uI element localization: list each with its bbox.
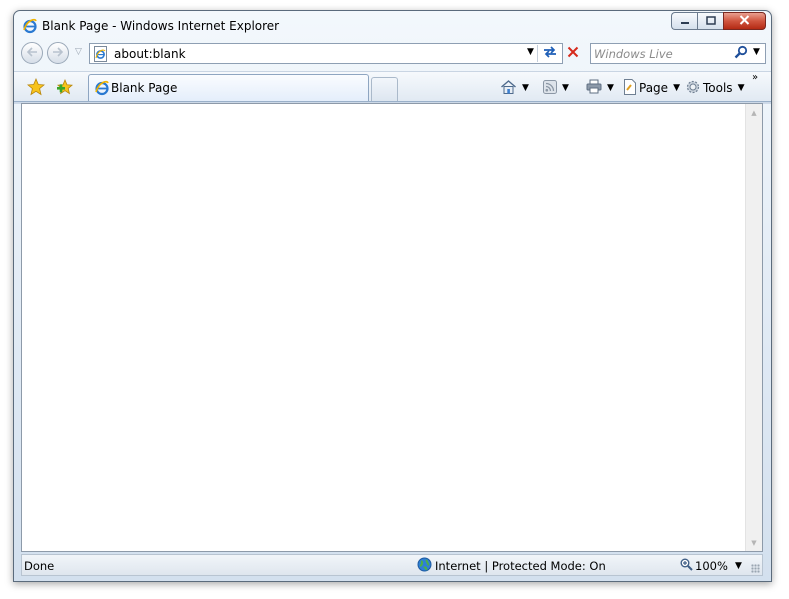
zoom-level: 100%	[695, 559, 728, 573]
refresh-button[interactable]	[541, 45, 559, 62]
zoom-dropdown-icon[interactable]: ▼	[735, 561, 742, 571]
star-icon	[26, 77, 46, 99]
add-star-icon	[56, 78, 74, 99]
back-button[interactable]	[21, 42, 43, 64]
home-icon	[500, 79, 517, 98]
address-dropdown-icon[interactable]: ▼	[527, 47, 534, 57]
resize-grip-icon[interactable]	[751, 564, 760, 573]
scroll-up-arrow-icon[interactable]: ▲	[746, 104, 762, 121]
zone-text: Internet | Protected Mode: On	[435, 559, 606, 573]
back-arrow-icon	[26, 46, 38, 60]
navigation-bar: ▽ about:blank ▼ Windows Live ▼	[14, 41, 771, 67]
stop-button[interactable]	[564, 45, 582, 62]
browser-window: Blank Page - Windows Internet Explorer ▽…	[13, 10, 772, 582]
home-button[interactable]: ▼	[500, 79, 529, 98]
scroll-down-arrow-icon[interactable]: ▼	[746, 534, 762, 551]
title-bar[interactable]: Blank Page - Windows Internet Explorer	[14, 11, 771, 39]
rss-feed-icon	[543, 79, 557, 97]
page-dropdown-icon[interactable]: ▼	[673, 83, 680, 93]
page-menu-button[interactable]: Page ▼	[623, 78, 680, 98]
close-icon	[739, 14, 750, 28]
address-bar[interactable]: about:blank ▼	[89, 43, 579, 64]
page-content-area[interactable]: ▲ ▼	[21, 103, 763, 552]
close-button[interactable]	[723, 12, 766, 30]
page-menu-label: Page	[639, 81, 669, 95]
status-bar: Done Internet | Protected Mode: On 100% …	[21, 554, 763, 576]
security-zone[interactable]: Internet | Protected Mode: On	[417, 557, 606, 575]
globe-icon	[417, 557, 432, 575]
favorites-center-button[interactable]	[26, 77, 46, 99]
caption-buttons	[671, 12, 766, 31]
zoom-button[interactable]: 100%	[680, 558, 728, 574]
recent-pages-dropdown[interactable]: ▽	[75, 47, 82, 57]
window-title: Blank Page - Windows Internet Explorer	[42, 19, 280, 33]
gear-icon	[685, 79, 701, 98]
add-to-favorites-button[interactable]	[56, 78, 74, 99]
minimize-icon	[680, 14, 690, 28]
vertical-scrollbar[interactable]: ▲ ▼	[745, 104, 762, 551]
maximize-button[interactable]	[697, 12, 723, 30]
print-button[interactable]: ▼	[586, 79, 614, 97]
tab-label: Blank Page	[111, 81, 178, 95]
toolbar-overflow-chevron-icon[interactable]: »	[752, 72, 758, 83]
stop-x-icon	[567, 46, 579, 61]
new-tab-button[interactable]	[371, 77, 398, 101]
print-dropdown-icon[interactable]: ▼	[607, 83, 614, 93]
feeds-button[interactable]: ▼	[543, 79, 569, 97]
tab-blank-page[interactable]: Blank Page	[88, 74, 369, 101]
divider	[537, 45, 538, 62]
search-input[interactable]	[594, 46, 724, 61]
maximize-icon	[705, 14, 716, 28]
chevron-down-icon: ▽	[75, 47, 82, 57]
status-text: Done	[24, 559, 55, 573]
ie-logo-icon	[94, 80, 110, 96]
refresh-icon	[542, 45, 558, 62]
search-options-dropdown-icon[interactable]: ▼	[753, 47, 760, 57]
search-box[interactable]: ▼	[590, 43, 766, 64]
search-button[interactable]	[733, 45, 749, 62]
tools-menu-button[interactable]: Tools ▼	[685, 80, 744, 96]
command-bar: Blank Page ▼ ▼ ▼ Page ▼ Tools ▼ »	[14, 71, 771, 104]
home-dropdown-icon[interactable]: ▼	[522, 83, 529, 93]
printer-icon	[586, 79, 602, 97]
page-icon	[623, 78, 637, 98]
tools-menu-label: Tools	[703, 81, 733, 95]
zoom-magnifier-icon	[680, 558, 693, 574]
url-text[interactable]: about:blank	[114, 47, 186, 61]
magnifier-icon	[734, 45, 748, 62]
tools-dropdown-icon[interactable]: ▼	[738, 83, 745, 93]
ie-logo-icon	[22, 18, 38, 34]
forward-button[interactable]	[47, 42, 69, 64]
feeds-dropdown-icon[interactable]: ▼	[562, 83, 569, 93]
ie-page-icon	[93, 46, 109, 62]
minimize-button[interactable]	[671, 12, 697, 30]
forward-arrow-icon	[52, 46, 64, 60]
